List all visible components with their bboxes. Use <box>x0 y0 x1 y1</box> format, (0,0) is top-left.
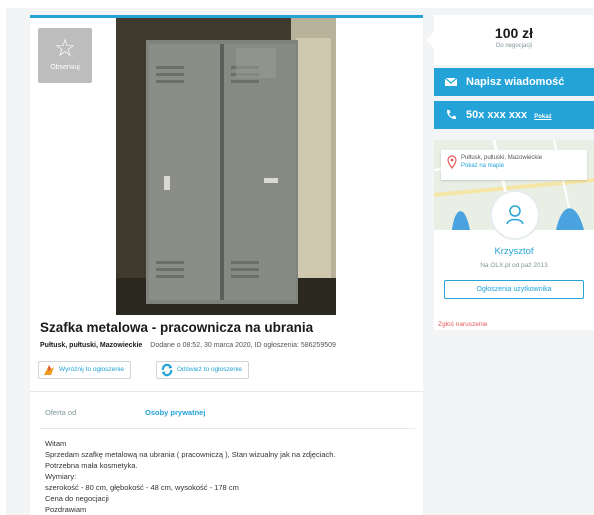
description-line: Pozdrawiam <box>45 505 87 514</box>
user-since: Na OLX.pl od paź 2013 <box>480 262 548 269</box>
offer-from-label: Oferta od <box>45 408 77 417</box>
refresh-icon <box>161 363 173 377</box>
negotiable-label: Do negocjacji <box>495 43 533 49</box>
sidebar: 100 zł Do negocjacji Napisz wiadomość 50… <box>426 15 594 515</box>
promote-label: Wyróżnij to ogłoszenie <box>59 366 124 373</box>
listing-meta: Pułtusk, pułtuski, Mazowieckie Dodane o … <box>40 342 336 349</box>
message-button-label: Napisz wiadomość <box>466 76 565 88</box>
refresh-button[interactable]: Odśwież to ogłoszenie <box>156 361 250 379</box>
divider <box>30 391 423 392</box>
user-icon <box>506 205 524 225</box>
listing-location[interactable]: Pułtusk, pułtuski, Mazowieckie <box>40 342 142 349</box>
description-line: Cena do negocjacji <box>45 494 109 503</box>
phone-button[interactable]: 50x xxx xxx Pokaż <box>434 101 594 129</box>
phone-icon <box>446 110 456 120</box>
promote-icon <box>44 365 54 375</box>
promote-button[interactable]: Wyróżnij to ogłoszenie <box>38 361 131 379</box>
listing-photo[interactable] <box>116 18 336 315</box>
location-pin-icon <box>447 155 457 169</box>
user-ads-button[interactable]: Ogłoszenia użytkownika <box>444 280 584 299</box>
window-frame-top <box>0 0 594 8</box>
price-notch <box>426 32 434 48</box>
user-box: Krzysztof Na OLX.pl od paź 2013 Ogłoszen… <box>434 190 594 330</box>
photo-gallery: ☆ Obserwuj <box>30 18 423 315</box>
description-line: szerokość - 80 cm, głębokość - 48 cm, wy… <box>45 483 239 492</box>
phone-number: 50x xxx xxx <box>466 109 528 121</box>
observe-button[interactable]: ☆ Obserwuj <box>38 28 92 83</box>
price: 100 zł <box>494 25 534 41</box>
window-frame-left <box>0 0 6 515</box>
message-button[interactable]: Napisz wiadomość <box>434 68 594 96</box>
envelope-icon <box>445 77 457 86</box>
listing-description: Witam Sprzedam szafkę metalową na ubrani… <box>45 438 415 515</box>
star-icon: ☆ <box>54 35 76 62</box>
phone-show-link[interactable]: Pokaż <box>534 114 551 120</box>
map-location-card: Pułtusk, pułtuski, Mazowieckie Pokaż na … <box>441 150 587 180</box>
listing-added: Dodane o 08:52, 30 marca 2020, ID ogłosz… <box>150 342 336 349</box>
listing-main-panel: ☆ Obserwuj Szafka metalowa - pracownicza… <box>30 15 423 515</box>
description-line: Sprzedam szafkę metalową na ubrania ( pr… <box>45 450 336 459</box>
divider <box>40 428 415 429</box>
description-line: Potrzebna mała kosmetyka. <box>45 461 138 470</box>
listing-title: Szafka metalowa - pracownicza na ubrania <box>40 320 314 335</box>
report-link[interactable]: Zgłoś naruszenie <box>438 321 488 328</box>
user-avatar[interactable] <box>490 190 540 240</box>
description-line: Witam <box>45 439 67 448</box>
description-line: Wymiary: <box>45 472 77 481</box>
offer-from-value[interactable]: Osoby prywatnej <box>145 408 205 417</box>
price-box: 100 zł Do negocjacji <box>426 15 594 65</box>
observe-label: Obserwuj <box>50 64 80 71</box>
show-on-map-link[interactable]: Pokaż na mapie <box>461 162 587 170</box>
user-name[interactable]: Krzysztof <box>434 246 594 257</box>
refresh-label: Odśwież to ogłoszenie <box>177 366 243 373</box>
map-location-text: Pułtusk, pułtuski, Mazowieckie <box>461 155 543 161</box>
